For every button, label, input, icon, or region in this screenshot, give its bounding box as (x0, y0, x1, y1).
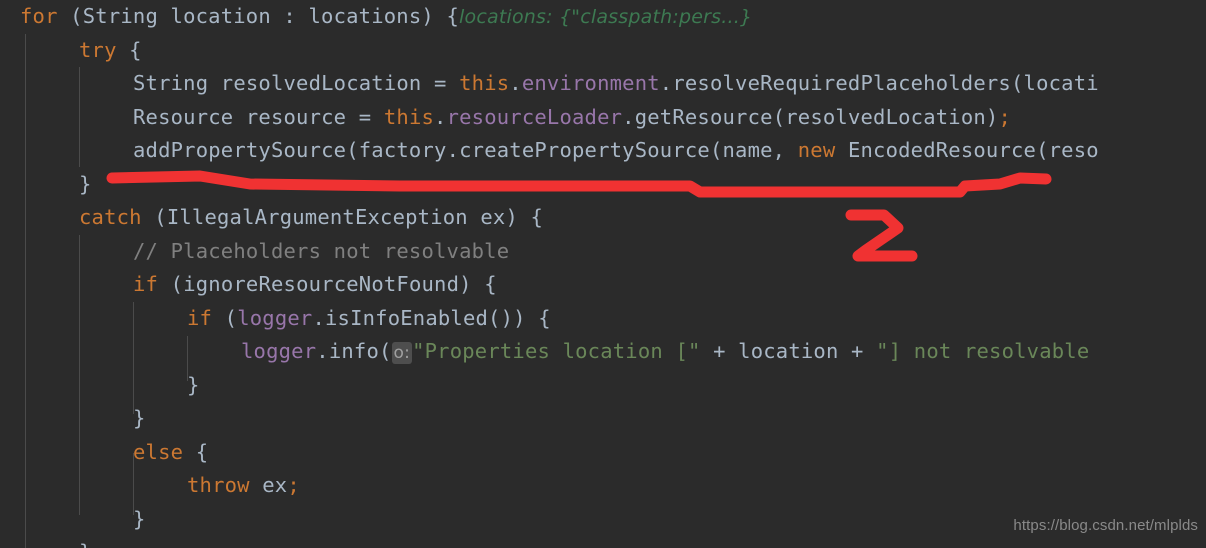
code-lines-container[interactable]: for (String location : locations) {locat… (0, 0, 1206, 548)
parameter-name-hint: o: (391, 342, 413, 364)
watermark-text: https://blog.csdn.net/mlplds (1013, 517, 1198, 534)
code-line-8[interactable]: // Placeholders not resolvable (133, 235, 1206, 269)
code-line-4[interactable]: Resource resource = this.resourceLoader.… (133, 101, 1206, 135)
code-line-9[interactable]: if (ignoreResourceNotFound) { (133, 268, 1206, 302)
code-editor[interactable]: for (String location : locations) {locat… (0, 0, 1206, 548)
code-line-1[interactable]: for (String location : locations) {locat… (20, 0, 1206, 34)
code-line-2[interactable]: try { (79, 34, 1206, 68)
code-line-10[interactable]: if (logger.isInfoEnabled()) { (187, 302, 1206, 336)
code-line-3[interactable]: String resolvedLocation = this.environme… (133, 67, 1206, 101)
code-line-5[interactable]: addPropertySource(factory.createProperty… (133, 134, 1206, 168)
code-line-12[interactable]: } (187, 369, 1206, 403)
code-line-15[interactable]: throw ex; (187, 469, 1206, 503)
code-line-17[interactable]: } (79, 536, 1206, 548)
code-line-11[interactable]: logger.info(o:"Properties location [" + … (241, 335, 1206, 369)
code-line-14[interactable]: else { (133, 436, 1206, 470)
code-line-7[interactable]: catch (IllegalArgumentException ex) { (79, 201, 1206, 235)
inline-value-hint: locations: {"classpath:pers...} (459, 6, 753, 28)
code-line-13[interactable]: } (133, 402, 1206, 436)
code-line-6[interactable]: } (79, 168, 1206, 202)
